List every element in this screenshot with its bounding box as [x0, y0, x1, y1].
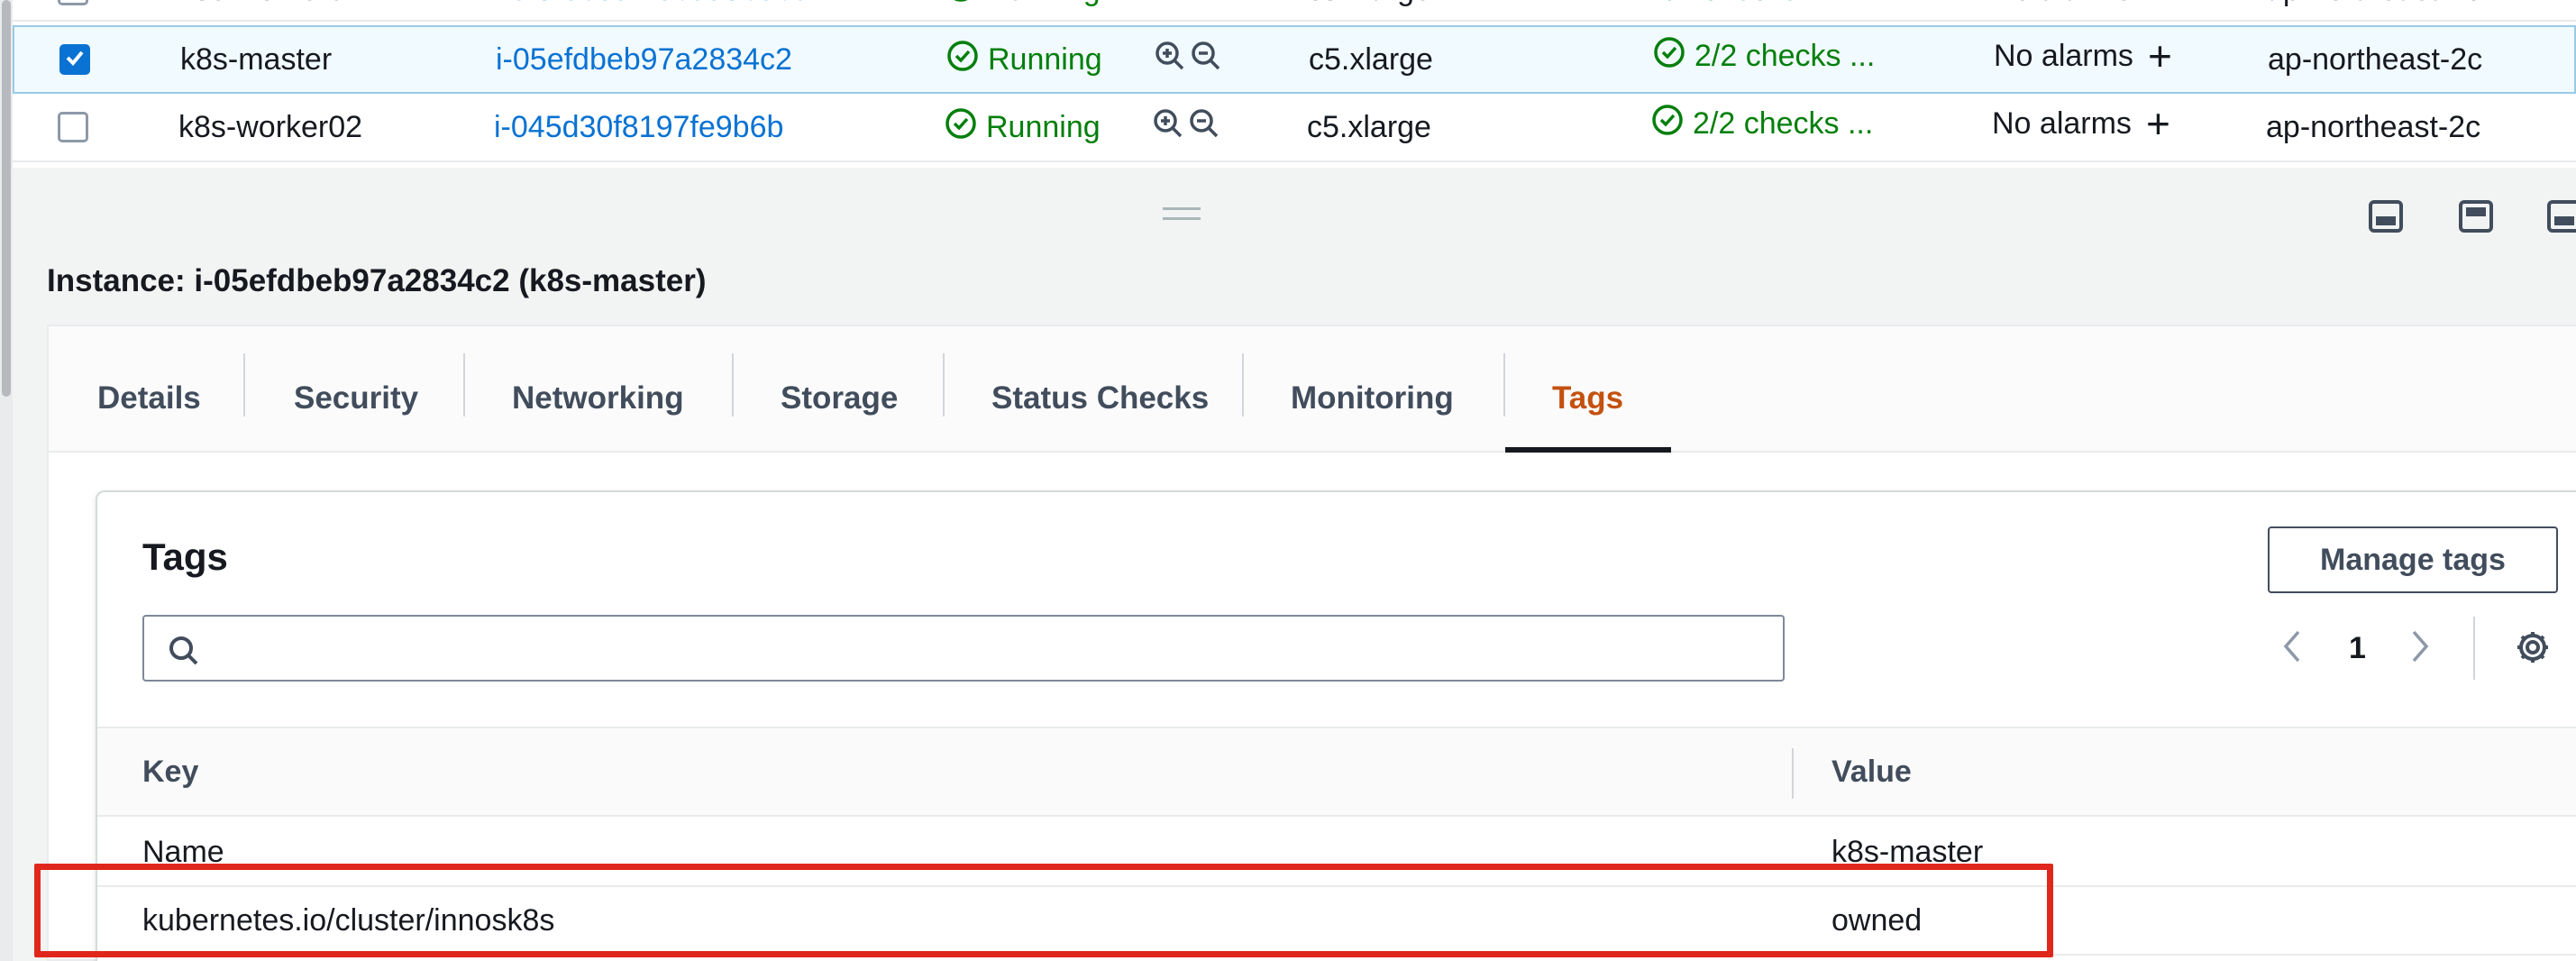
panel-layout-icon[interactable] — [2369, 200, 2403, 233]
tag-value: k8s-master — [1832, 834, 1984, 869]
status-checks: 2/2 checks ... — [1653, 23, 1875, 88]
table-row: kubernetes.io/cluster/innosk8s owned — [97, 887, 2576, 956]
check-icon — [63, 42, 87, 78]
column-key[interactable]: Key — [142, 728, 198, 815]
status-ok-icon — [945, 0, 977, 11]
tag-key: kubernetes.io/cluster/innosk8s — [142, 902, 555, 938]
row-checkbox[interactable] — [58, 0, 88, 5]
scrollbar-thumb[interactable] — [2, 0, 11, 397]
column-value[interactable]: Value — [1832, 728, 1912, 815]
instance-type: c5.xlarge — [1307, 0, 1431, 20]
availability-zone: ap-northeast-2c — [2266, 109, 2481, 144]
instance-row[interactable]: k8s-worker02 i-045d30f8197fe9b6b Running… — [13, 94, 2576, 162]
tags-table-header: Key Value — [97, 727, 2576, 817]
instance-type: c5.xlarge — [1309, 41, 1433, 77]
instance-row[interactable]: k8s-worker01 i-0f5f6b6d4f6bdd5b0b0 Runni… — [13, 0, 2576, 22]
status-ok-icon — [946, 40, 979, 80]
instance-type: c5.xlarge — [1307, 109, 1431, 144]
resize-handle[interactable] — [1163, 207, 1201, 220]
tag-value: owned — [1832, 902, 1923, 938]
tab-details[interactable]: Details — [97, 353, 201, 444]
column-resizer[interactable] — [1792, 748, 1794, 799]
add-alarm-icon[interactable]: + — [2146, 103, 2170, 144]
availability-zone: ap-northeast-2c — [2266, 0, 2480, 20]
tags-container: Tags Manage tags 1 Key Value Name k8s-ma… — [96, 490, 2576, 961]
chevron-left-icon[interactable] — [2279, 627, 2306, 671]
tab-networking[interactable]: Networking — [512, 353, 684, 444]
tags-search-input[interactable] — [142, 615, 1785, 682]
state-label: Running — [986, 0, 1101, 8]
instance-detail-title: Instance: i-05efdbeb97a2834c2 (k8s-maste… — [47, 263, 707, 298]
search-icon — [166, 633, 202, 673]
chevron-right-icon[interactable] — [2407, 627, 2434, 671]
gear-icon[interactable] — [2513, 627, 2553, 672]
status-ok-icon — [1653, 36, 1685, 77]
detail-tabs: Details Security Networking Storage Stat… — [49, 326, 2576, 453]
checks-label[interactable]: 2/2 checks ... — [1693, 106, 1873, 142]
panel-layout-icon[interactable] — [2547, 200, 2576, 233]
instances-table: k8s-worker01 i-0f5f6b6d4f6bdd5b0b0 Runni… — [0, 0, 2576, 168]
alarm-label: No alarms — [1992, 105, 2132, 141]
zoom-in-icon[interactable] — [1154, 40, 1186, 80]
status-ok-icon — [945, 107, 977, 148]
add-alarm-icon[interactable]: + — [2148, 35, 2172, 77]
instance-name: k8s-worker01 — [178, 0, 362, 20]
tab-monitoring[interactable]: Monitoring — [1291, 353, 1454, 444]
instance-id-link[interactable]: i-05efdbeb97a2834c2 — [496, 27, 792, 92]
next-page-button[interactable] — [2407, 618, 2434, 678]
tab-security[interactable]: Security — [294, 353, 418, 444]
instance-name: k8s-master — [180, 41, 333, 77]
tab-tags[interactable]: Tags — [1552, 353, 1623, 444]
status-checks: 2/2 checks ... — [1651, 90, 1873, 157]
row-checkbox[interactable] — [58, 112, 88, 142]
zoom-in-icon[interactable] — [1152, 107, 1184, 148]
instance-id-link[interactable]: i-0f5f6b6d4f6bdd5b0b0 — [494, 0, 809, 20]
instance-state: Running — [945, 0, 1101, 20]
checks-label[interactable]: 2/2 checks ... — [1694, 39, 1875, 74]
instance-name: k8s-worker02 — [178, 109, 363, 144]
alarm-status: No alarms — [1992, 0, 2132, 20]
alarm-label: No alarms — [1994, 38, 2133, 73]
instance-state: Running — [945, 94, 1101, 160]
tab-storage[interactable]: Storage — [781, 353, 898, 444]
availability-zone: ap-northeast-2c — [2268, 41, 2483, 77]
zoom-out-icon[interactable] — [1188, 107, 1220, 148]
zoom-out-icon[interactable] — [1190, 40, 1222, 80]
instance-details-panel: Details Security Networking Storage Stat… — [47, 325, 2576, 961]
alarm-status: No alarms + — [1992, 90, 2170, 157]
state-label: Running — [986, 109, 1101, 144]
tag-key: Name — [142, 834, 224, 869]
alarm-label: No alarms — [1992, 0, 2132, 8]
zoom-controls — [1154, 27, 1222, 92]
zoom-controls — [1152, 94, 1220, 160]
instance-id-link[interactable]: i-045d30f8197fe9b6b — [494, 94, 783, 160]
panel-layout-icon[interactable] — [2459, 200, 2493, 233]
table-row: Name k8s-master — [97, 819, 2576, 887]
instance-state: Running — [946, 27, 1102, 92]
row-checkbox[interactable] — [59, 44, 90, 75]
manage-tags-button[interactable]: Manage tags — [2268, 526, 2558, 593]
tab-status-checks[interactable]: Status Checks — [991, 353, 1209, 444]
instance-row[interactable]: k8s-master i-05efdbeb97a2834c2 Running c… — [13, 25, 2576, 94]
status-ok-icon — [1651, 104, 1684, 144]
current-page[interactable]: 1 — [2349, 618, 2366, 678]
state-label: Running — [988, 41, 1102, 77]
status-checks: 2/2 checks ... — [1651, 0, 1832, 20]
active-tab-indicator — [1505, 447, 1671, 453]
page-scrollbar[interactable] — [0, 0, 13, 961]
prev-page-button[interactable] — [2279, 618, 2306, 678]
alarm-status: No alarms + — [1994, 23, 2172, 88]
tags-heading: Tags — [142, 535, 228, 578]
